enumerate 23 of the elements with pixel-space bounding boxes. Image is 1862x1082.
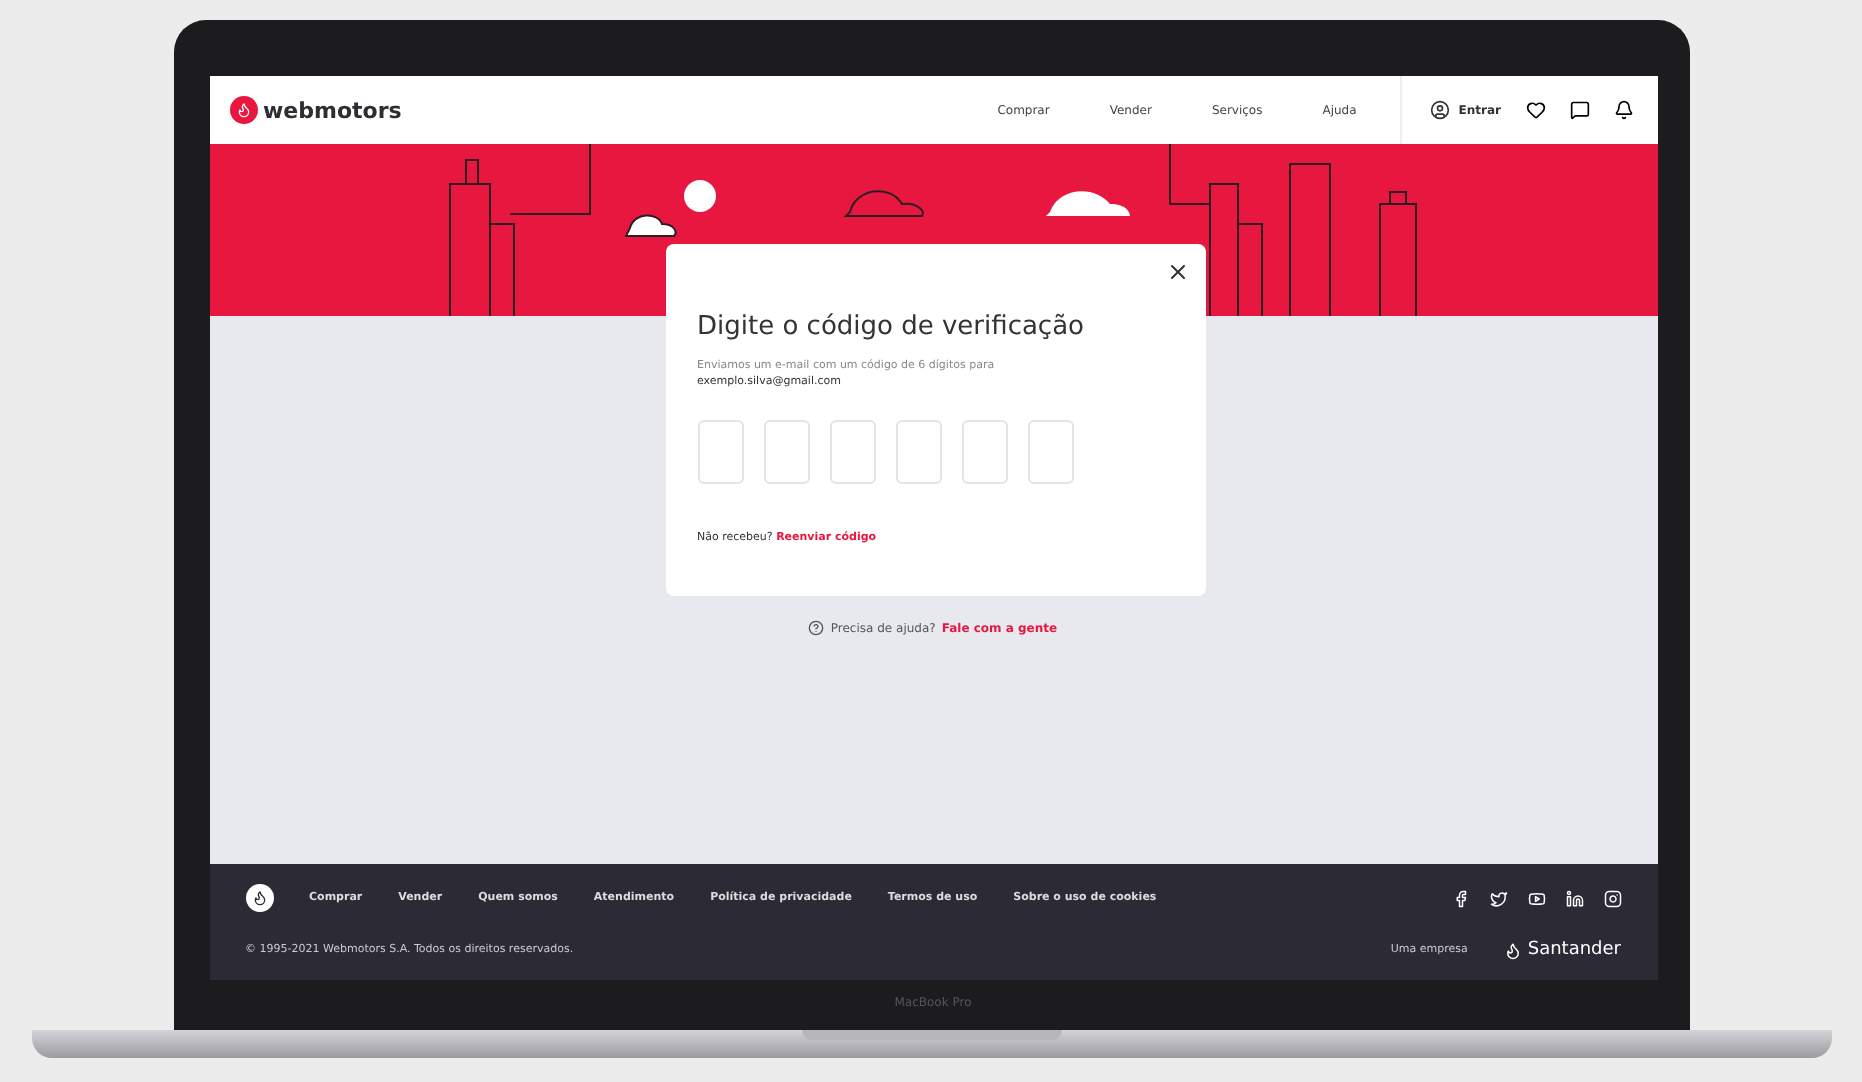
instagram-icon[interactable] <box>1603 889 1621 907</box>
logo-icon <box>229 96 257 124</box>
close-button[interactable] <box>1165 260 1189 284</box>
dialog-title: Digite o código de verificação <box>697 312 1087 342</box>
help-icon <box>808 620 825 636</box>
chat-icon[interactable] <box>1569 100 1589 120</box>
twitter-icon[interactable] <box>1489 889 1507 907</box>
santander-logo: Santander <box>1503 940 1621 960</box>
code-digit-field[interactable] <box>697 420 743 484</box>
linkedin-icon[interactable] <box>1565 889 1583 907</box>
webmotors-logo[interactable]: webmotors <box>229 96 402 124</box>
code-digit-field[interactable] <box>895 420 941 484</box>
heart-icon[interactable] <box>1525 100 1545 120</box>
footer-logo-icon <box>245 884 273 912</box>
code-digit-field[interactable] <box>829 420 875 484</box>
code-digit-field[interactable] <box>1027 420 1073 484</box>
code-digit-field[interactable] <box>763 420 809 484</box>
flame-icon <box>1503 941 1522 959</box>
bell-icon[interactable] <box>1613 100 1633 120</box>
user-icon <box>1430 100 1451 120</box>
facebook-icon[interactable] <box>1451 889 1469 907</box>
youtube-icon[interactable] <box>1527 889 1545 907</box>
code-digit-field[interactable] <box>961 420 1007 484</box>
